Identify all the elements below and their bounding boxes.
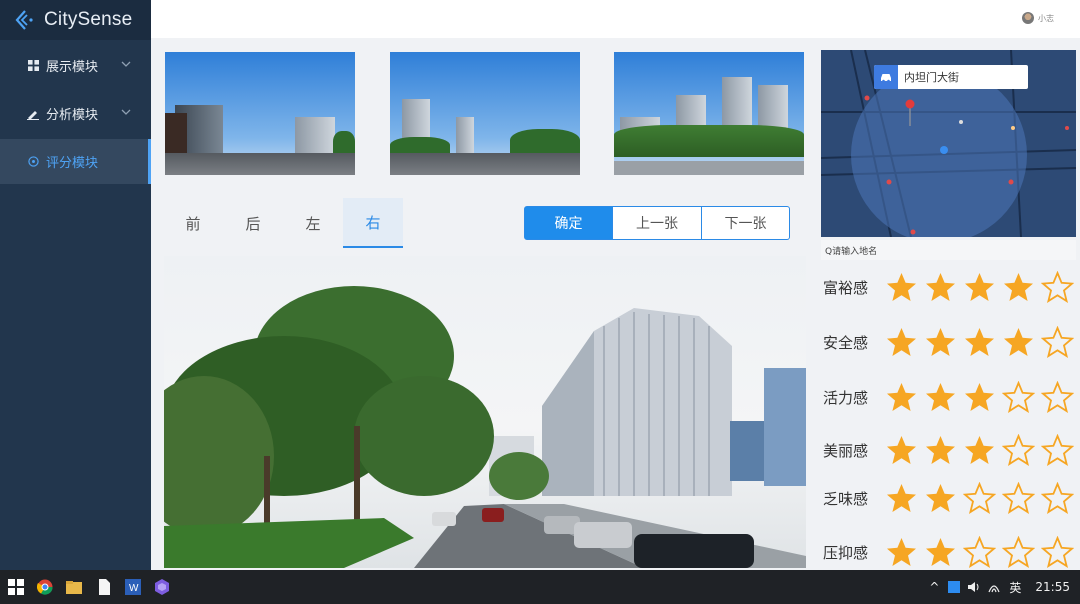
sidebar-item-display[interactable]: 展示模块 — [0, 43, 151, 88]
star-empty-icon[interactable] — [1038, 269, 1077, 305]
star-empty-icon[interactable] — [960, 480, 999, 516]
star-empty-icon[interactable] — [1038, 324, 1077, 360]
star-empty-icon[interactable] — [999, 432, 1038, 468]
star-empty-icon[interactable] — [960, 534, 999, 570]
rating-label: 富裕感 — [823, 278, 869, 297]
star-rating — [882, 379, 1077, 415]
chrome-icon[interactable] — [37, 579, 53, 595]
clock[interactable]: 21:55 — [1035, 580, 1070, 594]
rating-row: 压抑感 — [821, 532, 1080, 572]
chevron-down-icon — [121, 61, 131, 67]
star-filled-icon[interactable] — [960, 269, 999, 305]
rating-row: 乏味感 — [821, 478, 1080, 518]
star-filled-icon[interactable] — [882, 432, 921, 468]
app-hexagon-icon[interactable] — [154, 579, 170, 595]
target-icon — [26, 155, 40, 169]
pen-icon — [26, 107, 40, 121]
system-tray: ^ 英 21:55 — [921, 570, 1070, 604]
sidebar-item-label: 评分模块 — [46, 156, 99, 171]
citysense-logo-icon — [15, 10, 33, 30]
street-view-thumbnail[interactable] — [614, 52, 804, 175]
star-filled-icon[interactable] — [960, 324, 999, 360]
star-rating — [882, 534, 1077, 570]
star-filled-icon[interactable] — [921, 324, 960, 360]
map-popup-label: 内坦门大街 — [904, 71, 959, 84]
network-icon[interactable] — [987, 580, 1001, 594]
sidebar-item-scoring[interactable]: 评分模块 — [0, 139, 151, 184]
speaker-icon[interactable] — [967, 580, 981, 594]
star-rating — [882, 269, 1077, 305]
rating-label: 美丽感 — [823, 441, 869, 460]
previous-button[interactable]: 上一张 — [613, 206, 702, 240]
star-empty-icon[interactable] — [1038, 534, 1077, 570]
star-filled-icon[interactable] — [882, 324, 921, 360]
star-filled-icon[interactable] — [882, 269, 921, 305]
star-empty-icon[interactable] — [1038, 432, 1077, 468]
star-rating — [882, 480, 1077, 516]
next-button[interactable]: 下一张 — [702, 206, 790, 240]
rating-row: 安全感 — [821, 322, 1080, 362]
star-filled-icon[interactable] — [882, 379, 921, 415]
street-view-thumbnail[interactable] — [165, 52, 355, 175]
car-icon — [874, 65, 898, 89]
street-view-thumbnail[interactable] — [390, 52, 580, 175]
word-icon[interactable]: W — [125, 579, 141, 595]
sidebar-item-label: 展示模块 — [46, 60, 99, 75]
tab-front[interactable]: 前 — [163, 198, 223, 248]
star-empty-icon[interactable] — [1038, 480, 1077, 516]
star-filled-icon[interactable] — [960, 379, 999, 415]
chevron-up-icon[interactable]: ^ — [929, 580, 939, 594]
star-filled-icon[interactable] — [921, 480, 960, 516]
star-empty-icon[interactable] — [999, 480, 1038, 516]
navigation-button-group: 确定 上一张 下一张 — [524, 206, 790, 240]
tab-left[interactable]: 左 — [283, 198, 343, 248]
ime-indicator[interactable]: 英 — [1009, 579, 1021, 596]
tab-right[interactable]: 右 — [343, 198, 403, 248]
confirm-button[interactable]: 确定 — [524, 206, 613, 240]
user-name: 小志 — [1038, 13, 1054, 23]
star-filled-icon[interactable] — [921, 269, 960, 305]
rating-label: 活力感 — [823, 388, 869, 407]
taskbar: W ^ 英 21:55 — [0, 570, 1080, 604]
sidebar-item-label: 分析模块 — [46, 108, 99, 123]
street-view-panorama[interactable] — [164, 256, 806, 568]
star-rating — [882, 324, 1077, 360]
rating-label: 压抑感 — [823, 543, 869, 562]
file-explorer-icon[interactable] — [66, 579, 82, 595]
map-search-input[interactable]: Q请输入地名 — [821, 240, 1076, 260]
star-empty-icon[interactable] — [1038, 379, 1077, 415]
sidebar: CitySense 展示模块 分析模块 评分模块 — [0, 0, 151, 570]
app-window: CitySense 展示模块 分析模块 评分模块 小志 前 后 左 右 确定 上… — [0, 0, 1080, 570]
rating-row: 美丽感 — [821, 430, 1080, 470]
user-menu[interactable]: 小志 — [1022, 12, 1054, 24]
star-empty-icon[interactable] — [999, 534, 1038, 570]
grid-icon — [26, 59, 40, 73]
rating-label: 乏味感 — [823, 489, 869, 508]
map-location-popup: 内坦门大街 — [874, 65, 1028, 89]
rating-label: 安全感 — [823, 333, 869, 352]
rating-row: 活力感 — [821, 377, 1080, 417]
star-filled-icon[interactable] — [921, 432, 960, 468]
app-logo[interactable]: CitySense — [0, 0, 151, 40]
windows-start-icon[interactable] — [8, 579, 24, 595]
star-empty-icon[interactable] — [999, 379, 1038, 415]
shield-icon[interactable] — [947, 580, 961, 594]
document-icon[interactable] — [96, 579, 112, 595]
star-filled-icon[interactable] — [882, 534, 921, 570]
star-filled-icon[interactable] — [999, 269, 1038, 305]
top-bar: 小志 — [151, 0, 1080, 38]
chevron-down-icon — [121, 109, 131, 115]
sidebar-item-analysis[interactable]: 分析模块 — [0, 91, 151, 136]
app-name: CitySense — [44, 9, 133, 30]
star-filled-icon[interactable] — [960, 432, 999, 468]
svg-text:W: W — [129, 583, 139, 594]
rating-row: 富裕感 — [821, 267, 1080, 307]
star-filled-icon[interactable] — [999, 324, 1038, 360]
tab-back[interactable]: 后 — [223, 198, 283, 248]
star-filled-icon[interactable] — [921, 534, 960, 570]
star-filled-icon[interactable] — [921, 379, 960, 415]
star-filled-icon[interactable] — [882, 480, 921, 516]
star-rating — [882, 432, 1077, 468]
avatar — [1022, 12, 1034, 24]
